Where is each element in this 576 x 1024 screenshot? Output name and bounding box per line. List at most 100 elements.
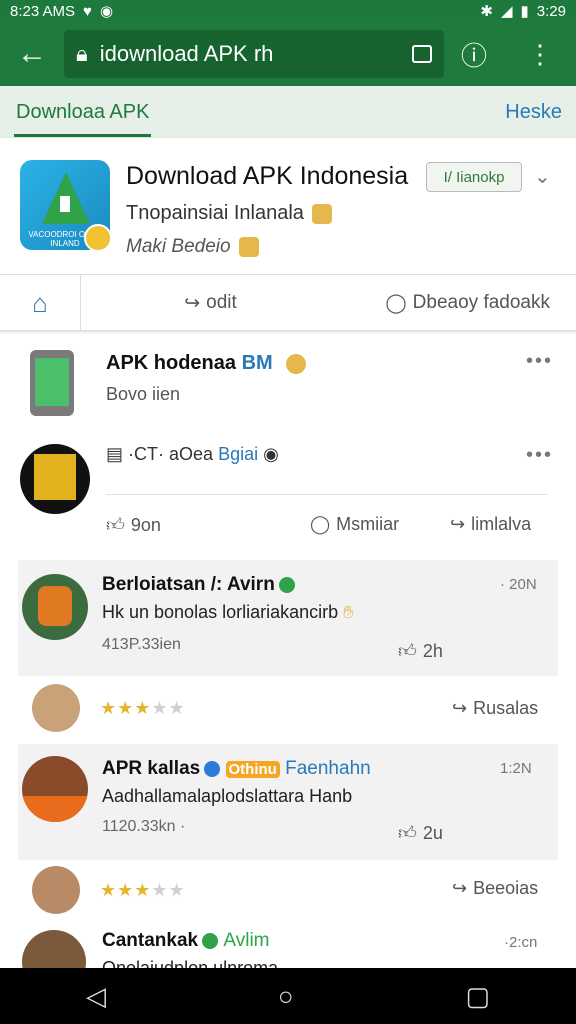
avatar[interactable]: [22, 756, 88, 822]
battery-text: 3:29: [536, 2, 566, 20]
avatar-graphic: [34, 454, 76, 500]
comment-author[interactable]: Cantankak Avlim: [102, 930, 270, 952]
comment-author-name: APR kallas: [102, 758, 201, 779]
post-tag: BM: [241, 352, 273, 374]
page-subtitle: Tnopainsiai Inlanala: [126, 202, 332, 225]
url-field[interactable]: 🔒︎ idownload APK rh: [64, 30, 444, 78]
comment-extra: Faenhahn: [285, 758, 371, 779]
post-item: ▤ ·CT· aOea Bgiai ◉ ••• 👍︎ 9on ◯ Msmiiar…: [0, 432, 576, 556]
comment-author-name: Berloiatsan /: Avirn: [102, 574, 275, 595]
back-arrow-icon[interactable]: ←: [0, 22, 64, 86]
comment-like-button[interactable]: 👍︎ 2u: [398, 822, 443, 844]
share-label: Rusalas: [473, 698, 539, 718]
avatar-graphic: [38, 586, 72, 626]
url-text: idownload APK rh: [99, 41, 274, 66]
more-options-icon[interactable]: •••: [526, 350, 553, 373]
comment-text-body: Hk un bonolas lorliariakancirb: [102, 602, 339, 622]
tabs-icon[interactable]: [412, 45, 432, 63]
avatar-graphic: [22, 796, 88, 822]
page-actions-bar: ⌂ ↪ odit ◯ Dbeaoy fadoakk: [0, 274, 576, 331]
share-label: Beeoias: [473, 878, 539, 898]
home-icon[interactable]: ⌂: [0, 275, 81, 331]
smile-emoji-icon: [286, 353, 307, 374]
star-rating: ★★★★★: [100, 880, 186, 900]
chevron-down-icon[interactable]: ⌄: [534, 164, 551, 189]
list-icon: ▤: [106, 444, 124, 464]
logo-shape-inner: [60, 196, 70, 212]
avatar[interactable]: [32, 866, 80, 914]
comment-text: Aadhallamalaplodslattara Hanb: [102, 786, 353, 806]
page-tabs: Downloaa APK Heske: [0, 86, 576, 138]
comment-meta: 413P.33ien: [102, 636, 181, 653]
comment-like-button[interactable]: 👍︎ 2h: [398, 640, 443, 662]
globe-icon: ◉: [263, 444, 279, 464]
comment-item: APR kallas Othinu Faenhahn 1:2N Aadhalla…: [18, 744, 558, 860]
post-author[interactable]: APK hodenaa BM: [106, 352, 307, 375]
comment-likes: 2u: [422, 822, 443, 843]
comment-icon: ◯: [310, 514, 331, 534]
logo-badge-icon: [84, 224, 110, 250]
comment-author[interactable]: Berloiatsan /: Avirn: [102, 574, 295, 596]
comment-item: Berloiatsan /: Avirn · 20N Hk un bonolas…: [18, 560, 558, 676]
recents-square-icon[interactable]: ▢: [465, 981, 490, 1012]
rating-row: ★★★★★ ↪ Beeoias: [0, 862, 576, 918]
hand-emoji-icon: ✋︎: [343, 602, 354, 622]
app-logo[interactable]: VACOODROI OBAN INLAND: [20, 160, 110, 250]
share-button[interactable]: ↪ Beeoias: [452, 878, 538, 899]
page-secondary-text: Maki Bedeio: [126, 236, 259, 258]
comment-time: · 20N: [500, 576, 537, 593]
tab-download-apk[interactable]: Downloaa APK: [14, 87, 152, 137]
follow-button[interactable]: I/ Iianokp: [426, 162, 522, 192]
back-triangle-icon[interactable]: ◁: [86, 981, 106, 1012]
like-count: 9on: [130, 514, 161, 535]
share-button[interactable]: ↪ Rusalas: [452, 698, 538, 719]
share-button[interactable]: ↪ limlalva: [450, 514, 531, 535]
share-label: odit: [206, 291, 237, 313]
comment-time: 1:2N: [500, 760, 532, 777]
verified-icon: [204, 760, 221, 777]
post-caption-tag[interactable]: Bgiai: [218, 444, 258, 464]
comment-item: Cantankak Avlim ·2:cn Onolaiudplon ulnro…: [0, 920, 576, 968]
post-subtext: Bovo iien: [106, 384, 181, 404]
comment-time: ·2:cn: [504, 934, 538, 951]
bluetooth-icon: ✱: [480, 3, 493, 20]
comment-author-name: Cantankak: [102, 930, 199, 951]
page-subtitle-text: Tnopainsiai Inlanala: [126, 202, 304, 224]
system-nav-bar: ◁ ○ ▢: [0, 968, 576, 1024]
share-icon: ↪: [450, 514, 466, 534]
share-icon: ↪: [184, 292, 201, 314]
avatar[interactable]: [20, 444, 90, 514]
avatar[interactable]: [32, 684, 80, 732]
share-button[interactable]: ↪ odit: [81, 292, 340, 315]
thumbs-up-icon: 👍︎: [106, 515, 125, 535]
post-author-name: APK hodenaa: [106, 352, 237, 374]
page-header-card: VACOODROI OBAN INLAND Download APK Indon…: [0, 138, 576, 331]
share-label: limlalva: [471, 514, 532, 534]
lock-icon: 🔒︎: [76, 41, 88, 66]
like-button[interactable]: 👍︎ 9on: [106, 514, 161, 536]
comment-likes: 2h: [422, 640, 443, 661]
phone-app-thumbnail[interactable]: [30, 350, 74, 416]
tab-right-link[interactable]: Heske: [505, 101, 562, 124]
signal-icon: ◢: [500, 3, 513, 20]
avatar[interactable]: [22, 930, 86, 968]
info-icon[interactable]: ⓘ: [444, 22, 504, 86]
share-icon: ↪: [452, 698, 468, 718]
more-options-icon[interactable]: •••: [526, 444, 553, 467]
post-caption: ▤ ·CT· aOea Bgiai ◉: [106, 444, 279, 465]
home-circle-icon[interactable]: ○: [278, 981, 294, 1012]
rating-row: ★★★★★ ↪ Rusalas: [0, 680, 576, 738]
verified-icon: [278, 576, 295, 593]
notification-icon: ♥: [83, 2, 92, 20]
verified-icon: [202, 932, 219, 949]
message-button[interactable]: ◯ Dbeaoy fadoakk: [340, 292, 576, 315]
menu-dots-icon[interactable]: ⋮: [504, 22, 576, 86]
comment-text: Hk un bonolas lorliariakancirb ✋︎: [102, 602, 353, 623]
battery-icon: ▮: [520, 3, 529, 20]
emoji-icon: [238, 236, 259, 257]
page-title[interactable]: Download APK Indonesia: [126, 162, 408, 191]
comment-author[interactable]: APR kallas Othinu Faenhahn: [102, 758, 371, 780]
comment-button[interactable]: ◯ Msmiiar: [310, 514, 399, 535]
post-item: APK hodenaa BM Bovo iien •••: [0, 336, 576, 428]
avatar[interactable]: [22, 574, 88, 640]
